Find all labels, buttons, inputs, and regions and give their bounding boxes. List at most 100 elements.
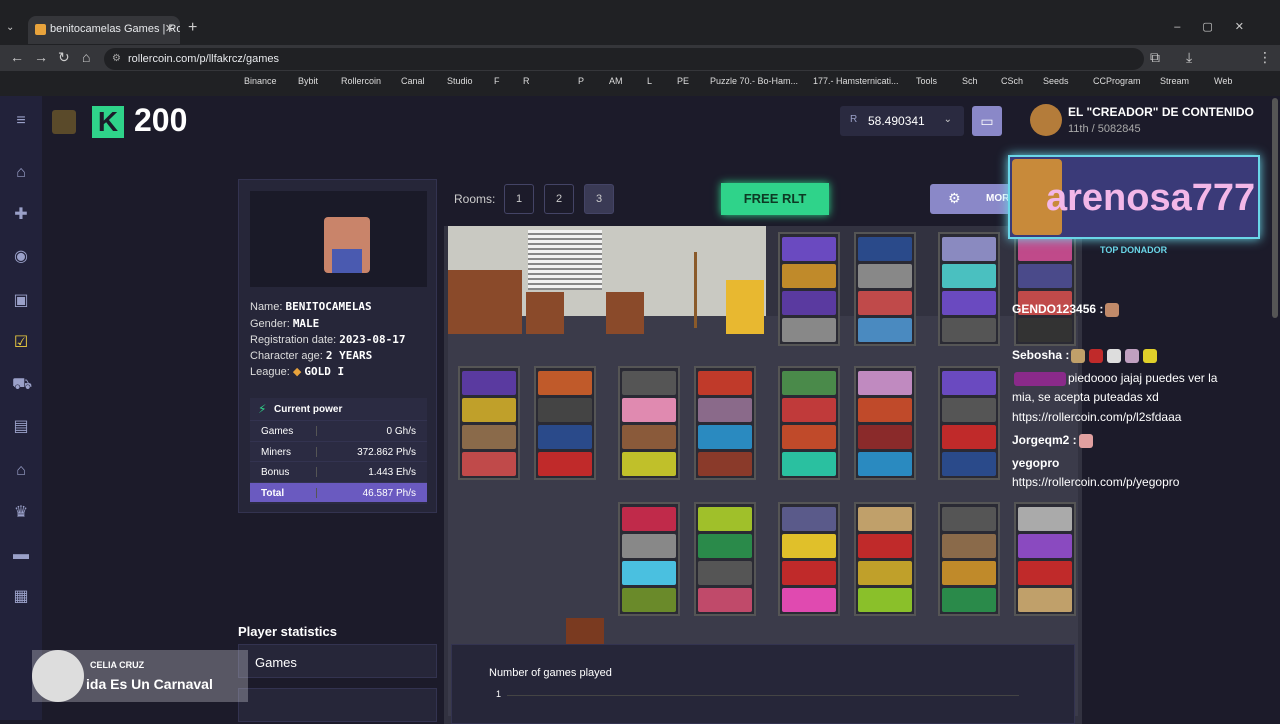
close-tab-icon[interactable]: ✕ bbox=[165, 22, 174, 35]
page-scrollbar[interactable] bbox=[1272, 96, 1278, 720]
news-icon[interactable]: ▦ bbox=[12, 588, 30, 606]
chat-message: yegopro bbox=[1012, 456, 1060, 470]
room-button-2[interactable]: 2 bbox=[544, 184, 574, 214]
room-button-3[interactable]: 3 bbox=[584, 184, 614, 214]
miner-rack[interactable] bbox=[854, 232, 916, 346]
power-row-miners: Miners 372.862 Ph/s bbox=[250, 440, 427, 462]
rollercoin-favicon-icon bbox=[35, 24, 46, 35]
chart-title: Number of games played bbox=[489, 667, 612, 679]
forward-icon[interactable]: → bbox=[34, 49, 48, 65]
bookmark-pe[interactable]: PE bbox=[677, 76, 689, 86]
stats-tab[interactable] bbox=[238, 688, 437, 722]
coins-icon[interactable]: ◉ bbox=[12, 248, 30, 266]
games-tab[interactable]: Games bbox=[238, 644, 437, 678]
tab-search-icon[interactable]: ⌄ bbox=[6, 22, 14, 33]
miner-rack[interactable] bbox=[938, 366, 1000, 480]
miner-rack[interactable] bbox=[938, 502, 1000, 616]
hamburger-menu-icon[interactable]: ≡ bbox=[12, 112, 30, 130]
window-controls[interactable]: –▢✕ bbox=[1174, 20, 1266, 33]
miner-rack[interactable] bbox=[938, 232, 1000, 346]
bookmark-puzzle[interactable]: Puzzle 70.- Bo-Ham... bbox=[710, 76, 798, 86]
level-number: 200 bbox=[134, 102, 188, 138]
power-row-games: Games 0 Gh/s bbox=[250, 420, 427, 441]
bookmark-csch[interactable]: CSch bbox=[1001, 76, 1023, 86]
chat-link[interactable]: https://rollercoin.com/p/yegopro bbox=[1012, 475, 1179, 489]
chat-link[interactable]: https://rollercoin.com/p/l2sfdaaa bbox=[1012, 410, 1181, 424]
bookmark-canal[interactable]: Canal bbox=[401, 76, 425, 86]
miner-rack[interactable] bbox=[694, 366, 756, 480]
top-donor-banner: arenosa777 bbox=[1008, 155, 1260, 239]
gender-row: Gender: MALE bbox=[250, 317, 320, 330]
rlt-currency-icon: R bbox=[850, 114, 858, 125]
tab-title: benitocamelas Games | Rollerco bbox=[50, 23, 180, 35]
bookmark-ccprogram[interactable]: CCProgram bbox=[1093, 76, 1141, 86]
home-icon[interactable]: ⌂ bbox=[12, 164, 30, 182]
more-button[interactable]: ⚙ MORE bbox=[930, 184, 1016, 214]
back-icon[interactable]: ← bbox=[10, 49, 24, 65]
bookmark-studio[interactable]: Studio bbox=[447, 76, 473, 86]
league-row: League: ◆ GOLD I bbox=[250, 365, 345, 378]
top-donor-label: TOP DONADOR bbox=[1100, 245, 1168, 255]
address-bar[interactable]: ⚙ rollercoin.com/p/llfakrcz/games bbox=[104, 48, 1144, 70]
cabinet bbox=[606, 292, 644, 334]
menu-icon[interactable]: ⋮ bbox=[1258, 49, 1272, 66]
miner-rack[interactable] bbox=[854, 502, 916, 616]
bookmark-hamster[interactable]: 177.- Hamsternicati... bbox=[813, 76, 899, 86]
bookmark-tools[interactable]: Tools bbox=[916, 76, 937, 86]
marketplace-icon[interactable]: ▣ bbox=[12, 292, 30, 310]
download-icon[interactable]: ⤓ bbox=[1186, 49, 1192, 66]
storage-icon[interactable]: ▤ bbox=[12, 418, 30, 436]
new-tab-icon[interactable]: + bbox=[188, 19, 197, 37]
browser-chrome: ⌄ benitocamelas Games | Rollerco ✕ + –▢✕… bbox=[0, 0, 1280, 96]
bookmark-f[interactable]: F bbox=[494, 76, 500, 86]
chevron-down-icon: ⌄ bbox=[943, 114, 952, 125]
bookmark-web[interactable]: Web bbox=[1214, 76, 1232, 86]
sidebar: ≡ ⌂ ✚ ◉ ▣ ☑ ⛟ ▤ ⌂ ♛ ▬ ▦ bbox=[0, 96, 42, 720]
factory-icon[interactable]: ▬ bbox=[12, 546, 30, 564]
miner-rack[interactable] bbox=[778, 366, 840, 480]
home-icon[interactable]: ⌂ bbox=[82, 49, 90, 65]
room-button-1[interactable]: 1 bbox=[504, 184, 534, 214]
games-chart: Number of games played 1 bbox=[451, 644, 1075, 724]
wallet-button[interactable]: ▭ bbox=[972, 106, 1002, 136]
tasks-icon[interactable]: ☑ bbox=[12, 334, 30, 352]
site-info-icon[interactable]: ⚙ bbox=[112, 53, 121, 64]
bookmark-rollercoin[interactable]: Rollercoin bbox=[341, 76, 381, 86]
bookmark-bybit[interactable]: Bybit bbox=[298, 76, 318, 86]
player-avatar[interactable] bbox=[52, 110, 76, 134]
miner-rack[interactable] bbox=[618, 366, 680, 480]
album-art bbox=[32, 650, 84, 702]
bookmark-binance[interactable]: Binance bbox=[244, 76, 277, 86]
trophy-icon[interactable]: ♛ bbox=[12, 504, 30, 522]
bookmark-sch[interactable]: Sch bbox=[962, 76, 978, 86]
browser-tab[interactable]: benitocamelas Games | Rollerco ✕ bbox=[28, 16, 180, 44]
balance-dropdown[interactable]: R 58.490341 ⌄ bbox=[840, 106, 964, 136]
gamepad-icon[interactable]: ✚ bbox=[12, 206, 30, 224]
reload-icon[interactable]: ↻ bbox=[58, 49, 70, 66]
nav-bar: ← → ↻ ⌂ ⚙ rollercoin.com/p/llfakrcz/game… bbox=[0, 45, 1280, 71]
miner-rack[interactable] bbox=[458, 366, 520, 480]
bookmark-l[interactable]: L bbox=[647, 76, 652, 86]
artist-name: CELIA CRUZ bbox=[90, 660, 145, 670]
lightning-icon: ⚡ bbox=[258, 402, 267, 416]
cart-icon[interactable]: ⛟ bbox=[12, 376, 32, 394]
miner-rack[interactable] bbox=[778, 502, 840, 616]
bookmark-r[interactable]: R bbox=[523, 76, 530, 86]
extensions-icon[interactable]: ⧉ bbox=[1150, 49, 1160, 66]
bookmark-p[interactable]: P bbox=[578, 76, 584, 86]
registration-row: Registration date: 2023-08-17 bbox=[250, 333, 406, 346]
miner-rack[interactable] bbox=[694, 502, 756, 616]
coat-rack bbox=[694, 252, 714, 328]
rooms-label: Rooms: bbox=[454, 192, 496, 206]
bookmark-am[interactable]: AM bbox=[609, 76, 623, 86]
building-icon[interactable]: ⌂ bbox=[12, 462, 30, 480]
miner-rack[interactable] bbox=[854, 366, 916, 480]
bookmarks-bar: Binance Bybit Rollercoin Canal Studio F … bbox=[0, 74, 1280, 92]
miner-rack[interactable] bbox=[778, 232, 840, 346]
free-rlt-button[interactable]: FREE RLT bbox=[721, 183, 829, 215]
dresser bbox=[448, 270, 522, 334]
bookmark-seeds[interactable]: Seeds bbox=[1043, 76, 1069, 86]
bookmark-stream[interactable]: Stream bbox=[1160, 76, 1189, 86]
miner-rack[interactable] bbox=[618, 502, 680, 616]
miner-rack[interactable] bbox=[534, 366, 596, 480]
